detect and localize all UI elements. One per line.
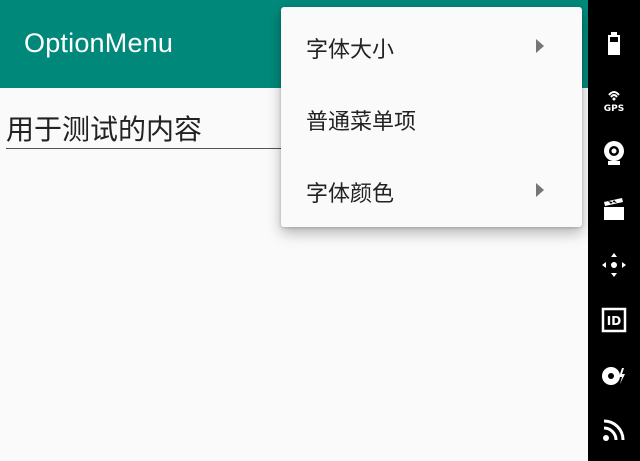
id-label: ID bbox=[607, 314, 621, 328]
menu-item-font-color[interactable]: 字体颜色 bbox=[281, 154, 582, 226]
menu-item-label: 字体大小 bbox=[306, 38, 395, 63]
rss-icon[interactable] bbox=[588, 410, 640, 450]
menu-item-label: 普通菜单项 bbox=[306, 110, 417, 135]
gps-icon[interactable]: GPS bbox=[588, 80, 640, 120]
emulator-sidebar: GPS ID bbox=[588, 0, 640, 461]
gps-label: GPS bbox=[604, 104, 624, 113]
content-edit-text[interactable]: 用于测试的内容 bbox=[6, 104, 306, 149]
content-text: 用于测试的内容 bbox=[6, 113, 203, 146]
media-icon[interactable] bbox=[588, 189, 640, 229]
device-screen: OptionMenu 用于测试的内容 字体大小 普通菜单项 字体颜色 GPS I… bbox=[0, 0, 640, 461]
disc-icon[interactable] bbox=[588, 356, 640, 396]
app-window: OptionMenu 用于测试的内容 字体大小 普通菜单项 字体颜色 bbox=[0, 0, 588, 461]
menu-item-label: 字体颜色 bbox=[306, 182, 395, 207]
app-title: OptionMenu bbox=[24, 28, 174, 58]
camera-icon[interactable] bbox=[588, 133, 640, 173]
menu-item-font-size[interactable]: 字体大小 bbox=[281, 10, 582, 82]
submenu-arrow-icon bbox=[536, 39, 544, 53]
dpad-icon[interactable] bbox=[588, 245, 640, 285]
submenu-arrow-icon bbox=[536, 183, 544, 197]
battery-icon[interactable] bbox=[588, 24, 640, 64]
options-menu: 字体大小 普通菜单项 字体颜色 bbox=[281, 7, 582, 227]
menu-item-normal[interactable]: 普通菜单项 bbox=[281, 82, 582, 154]
id-icon[interactable]: ID bbox=[588, 300, 640, 340]
